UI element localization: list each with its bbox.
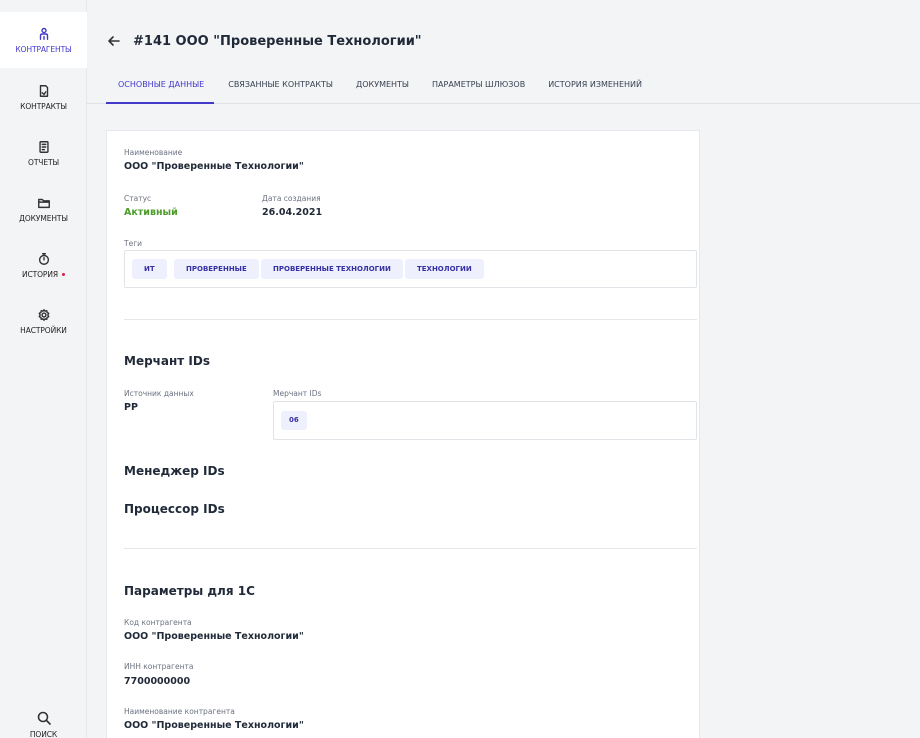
- sidebar-item-label: ИСТОРИЯ: [22, 270, 65, 279]
- main-area: #141 ООО "Проверенные Технологии" ОСНОВН…: [87, 0, 920, 738]
- sidebar: КОНТРАГЕНТЫ КОНТРАКТЫ ОТЧЕТЫ ДОКУМЕНТЫ И…: [0, 0, 87, 738]
- inn-label: ИНН контрагента: [124, 662, 194, 671]
- tag-chip[interactable]: ТЕХНОЛОГИИ: [405, 259, 484, 279]
- sidebar-item-history[interactable]: ИСТОРИЯ: [0, 237, 87, 293]
- tab-bar: ОСНОВНЫЕ ДАННЫЕ СВЯЗАННЫЕ КОНТРАКТЫ ДОКУ…: [106, 80, 665, 104]
- manager-ids-heading: Менеджер IDs: [124, 464, 225, 478]
- tag-chip[interactable]: ПРОВЕРЕННЫЕ: [174, 259, 259, 279]
- users-icon: [39, 27, 48, 40]
- sidebar-item-settings[interactable]: НАСТРОЙКИ: [0, 293, 87, 349]
- tag-chip[interactable]: ПРОВЕРЕННЫЕ ТЕХНОЛОГИИ: [261, 259, 403, 279]
- tags-field[interactable]: ИТ ПРОВЕРЕННЫЕ ПРОВЕРЕННЫЕ ТЕХНОЛОГИИ ТЕ…: [124, 250, 697, 288]
- params-1c-heading: Параметры для 1С: [124, 584, 255, 598]
- counterparty-name-value: ООО "Проверенные Технологии": [124, 720, 304, 731]
- processor-ids-heading: Процессор IDs: [124, 502, 225, 516]
- merchant-ids-label: Мерчант IDs: [273, 389, 322, 398]
- folder-icon: [37, 198, 50, 208]
- sidebar-item-search[interactable]: ПОИСК: [0, 700, 87, 738]
- data-source-value: PP: [124, 402, 138, 413]
- counterparty-code-label: Код контрагента: [124, 618, 192, 627]
- notification-dot: [61, 273, 65, 276]
- sidebar-item-label: КОНТРАКТЫ: [20, 101, 67, 111]
- sidebar-item-counterparties[interactable]: КОНТРАГЕНТЫ: [0, 12, 87, 68]
- page-header: #141 ООО "Проверенные Технологии" ОСНОВН…: [87, 0, 920, 104]
- merchant-id-chip[interactable]: 06: [281, 411, 307, 430]
- tab-change-history[interactable]: ИСТОРИЯ ИЗМЕНЕНИЙ: [548, 80, 642, 104]
- counterparty-code-value: ООО "Проверенные Технологии": [124, 631, 304, 642]
- divider: [124, 548, 697, 549]
- tags-label: Теги: [124, 239, 143, 248]
- tab-related-contracts[interactable]: СВЯЗАННЫЕ КОНТРАКТЫ: [228, 80, 333, 104]
- sidebar-item-label: ДОКУМЕНТЫ: [19, 213, 68, 223]
- status-label: Статус: [124, 194, 152, 203]
- sidebar-item-documents[interactable]: ДОКУМЕНТЫ: [0, 181, 87, 237]
- tab-documents[interactable]: ДОКУМЕНТЫ: [356, 80, 409, 104]
- status-badge: Активный: [124, 207, 178, 218]
- sidebar-item-label: ПОИСК: [29, 730, 58, 738]
- inn-value: 7700000000: [124, 676, 191, 687]
- data-source-label: Источник данных: [124, 389, 194, 398]
- sidebar-item-label: НАСТРОЙКИ: [20, 325, 67, 335]
- counterparty-card: Наименование ООО "Проверенные Технологии…: [106, 130, 700, 738]
- created-date-value: 26.04.2021: [262, 207, 323, 218]
- merchant-ids-heading: Мерчант IDs: [124, 354, 210, 368]
- name-value: ООО "Проверенные Технологии": [124, 161, 304, 172]
- name-label: Наименование: [124, 148, 183, 157]
- tab-gateway-params[interactable]: ПАРАМЕТРЫ ШЛЮЗОВ: [432, 80, 525, 104]
- page-title: #141 ООО "Проверенные Технологии": [133, 34, 422, 49]
- back-button[interactable]: [106, 33, 122, 49]
- tag-chip[interactable]: ИТ: [132, 259, 167, 279]
- sidebar-item-contracts[interactable]: КОНТРАКТЫ: [0, 69, 87, 125]
- sidebar-item-reports[interactable]: ОТЧЕТЫ: [0, 125, 87, 181]
- created-date-label: Дата создания: [262, 194, 321, 203]
- sidebar-item-label: ОТЧЕТЫ: [28, 157, 59, 167]
- arrow-left-icon: [108, 36, 120, 46]
- counterparty-name-label: Наименование контрагента: [124, 707, 235, 716]
- stopwatch-icon: [38, 252, 49, 265]
- tab-main-data[interactable]: ОСНОВНЫЕ ДАННЫЕ: [106, 80, 215, 104]
- search-icon: [37, 711, 51, 725]
- gear-icon: [38, 308, 49, 321]
- merchant-ids-field[interactable]: 06: [273, 401, 697, 440]
- divider: [124, 319, 697, 320]
- sidebar-item-label: КОНТРАГЕНТЫ: [15, 44, 72, 54]
- report-icon: [38, 140, 49, 153]
- contract-doc-icon: [39, 84, 48, 97]
